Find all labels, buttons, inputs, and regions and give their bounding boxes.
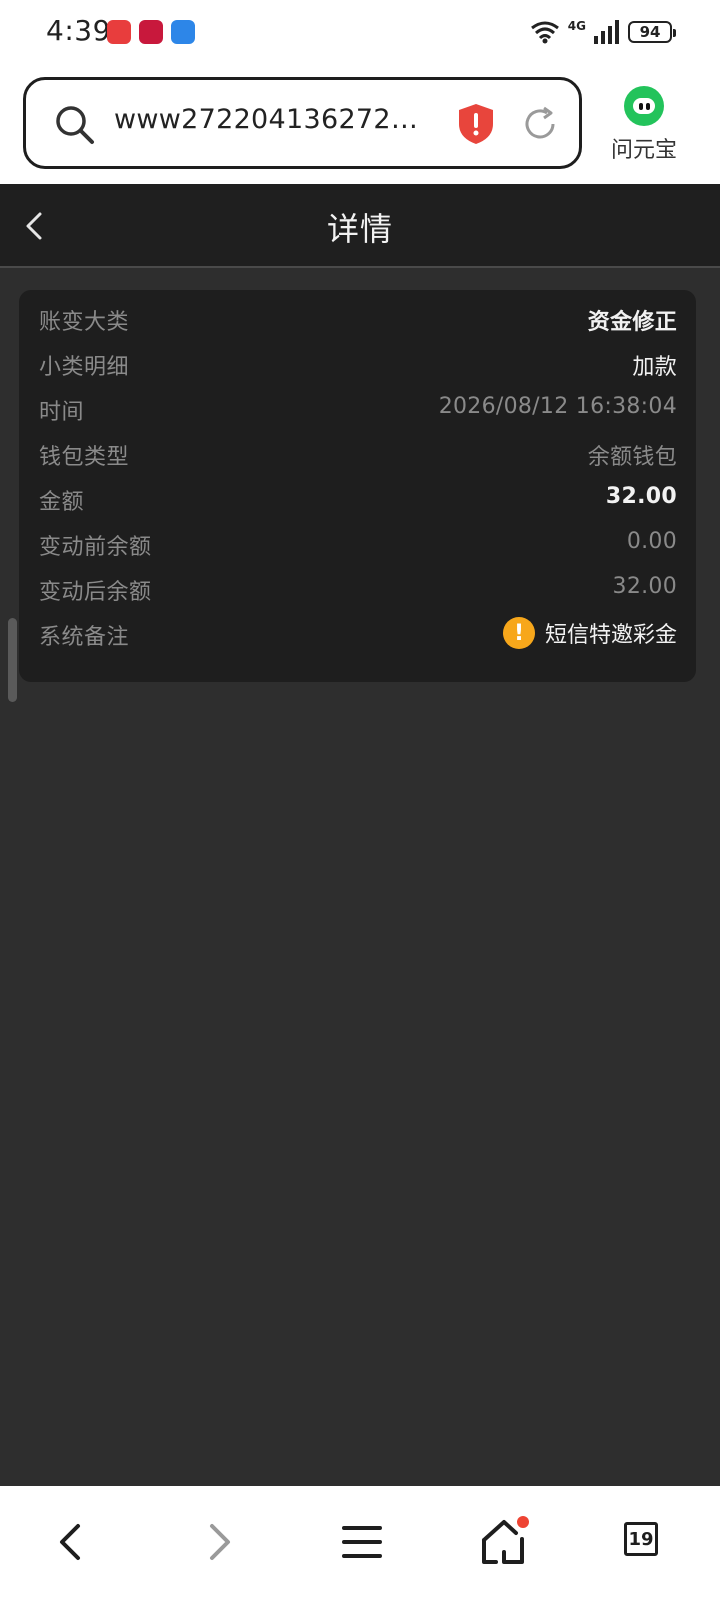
before-balance-value: 0.00 bbox=[626, 529, 677, 554]
category-label: 账变大类 bbox=[39, 310, 130, 335]
detail-row-amount: 金额 32.00 bbox=[19, 484, 696, 524]
nav-menu-button[interactable] bbox=[334, 1514, 390, 1570]
browser-toolbar: www272204136272.k... 问元宝 bbox=[0, 64, 720, 184]
detail-row-after-balance: 变动后余额 32.00 bbox=[19, 574, 696, 614]
browser-bottom-nav: 19 bbox=[0, 1486, 720, 1600]
security-warning-icon[interactable] bbox=[456, 102, 496, 146]
ai-assistant-button[interactable]: 问元宝 bbox=[604, 82, 684, 172]
back-arrow-icon bbox=[60, 1524, 80, 1560]
warning-icon: ! bbox=[502, 617, 535, 649]
wifi-tool-app-icon bbox=[171, 20, 195, 44]
nav-forward-button[interactable] bbox=[190, 1514, 246, 1570]
amount-label: 金额 bbox=[39, 490, 85, 515]
battery-icon: 94 bbox=[628, 21, 676, 43]
music-app-icon bbox=[139, 20, 163, 44]
detail-row-wallet: 钱包类型 余额钱包 bbox=[19, 439, 696, 479]
detail-card: 账变大类 资金修正 小类明细 加款 时间 2026/08/12 16:38:04… bbox=[19, 290, 696, 682]
after-balance-value: 32.00 bbox=[612, 574, 677, 599]
reload-icon[interactable] bbox=[520, 104, 560, 144]
url-text[interactable]: www272204136272.k... bbox=[114, 104, 424, 135]
nav-home-button[interactable] bbox=[476, 1514, 532, 1570]
detail-row-subcategory: 小类明细 加款 bbox=[19, 349, 696, 389]
after-balance-label: 变动后余额 bbox=[39, 580, 152, 605]
forward-arrow-icon bbox=[210, 1524, 230, 1560]
network-type: 4G bbox=[567, 19, 586, 33]
scroll-indicator[interactable] bbox=[8, 618, 17, 702]
amount-value: 32.00 bbox=[605, 484, 677, 509]
assistant-logo-icon bbox=[624, 86, 664, 126]
status-indicators: 4G 94 bbox=[530, 18, 676, 46]
page-header: 详情 bbox=[0, 184, 720, 268]
system-note-label: 系统备注 bbox=[39, 625, 130, 650]
subcategory-value: 加款 bbox=[632, 355, 677, 380]
wallet-label: 钱包类型 bbox=[39, 445, 130, 470]
time-label: 时间 bbox=[39, 400, 85, 425]
page-title: 详情 bbox=[326, 210, 393, 248]
menu-icon bbox=[342, 1526, 382, 1558]
subcategory-label: 小类明细 bbox=[39, 355, 130, 380]
nav-tabs-button[interactable]: 19 bbox=[620, 1514, 676, 1570]
status-time: 4:39 bbox=[46, 14, 111, 47]
before-balance-label: 变动前余额 bbox=[39, 535, 152, 560]
wifi-icon bbox=[530, 21, 559, 44]
time-value: 2026/08/12 16:38:04 bbox=[438, 394, 677, 419]
system-note: ! 短信特邀彩金 bbox=[502, 617, 677, 649]
nav-back-button[interactable] bbox=[44, 1514, 100, 1570]
detail-row-system-note: 系统备注 ! 短信特邀彩金 bbox=[19, 617, 696, 659]
detail-row-time: 时间 2026/08/12 16:38:04 bbox=[19, 394, 696, 434]
assistant-label: 问元宝 bbox=[610, 138, 677, 163]
search-icon bbox=[56, 106, 94, 144]
detail-row-before-balance: 变动前余额 0.00 bbox=[19, 529, 696, 569]
tab-count-icon: 19 bbox=[624, 1522, 658, 1556]
category-value: 资金修正 bbox=[587, 310, 677, 335]
notification-dot bbox=[517, 1516, 529, 1528]
wallet-value: 余额钱包 bbox=[587, 445, 677, 470]
signal-icon bbox=[594, 20, 619, 44]
system-note-value: 短信特邀彩金 bbox=[544, 623, 677, 648]
status-bar: 4:39 4G 94 bbox=[0, 0, 720, 64]
game-app-icon bbox=[107, 20, 131, 44]
address-bar[interactable]: www272204136272.k... bbox=[23, 77, 582, 169]
detail-row-category: 账变大类 资金修正 bbox=[19, 304, 696, 344]
